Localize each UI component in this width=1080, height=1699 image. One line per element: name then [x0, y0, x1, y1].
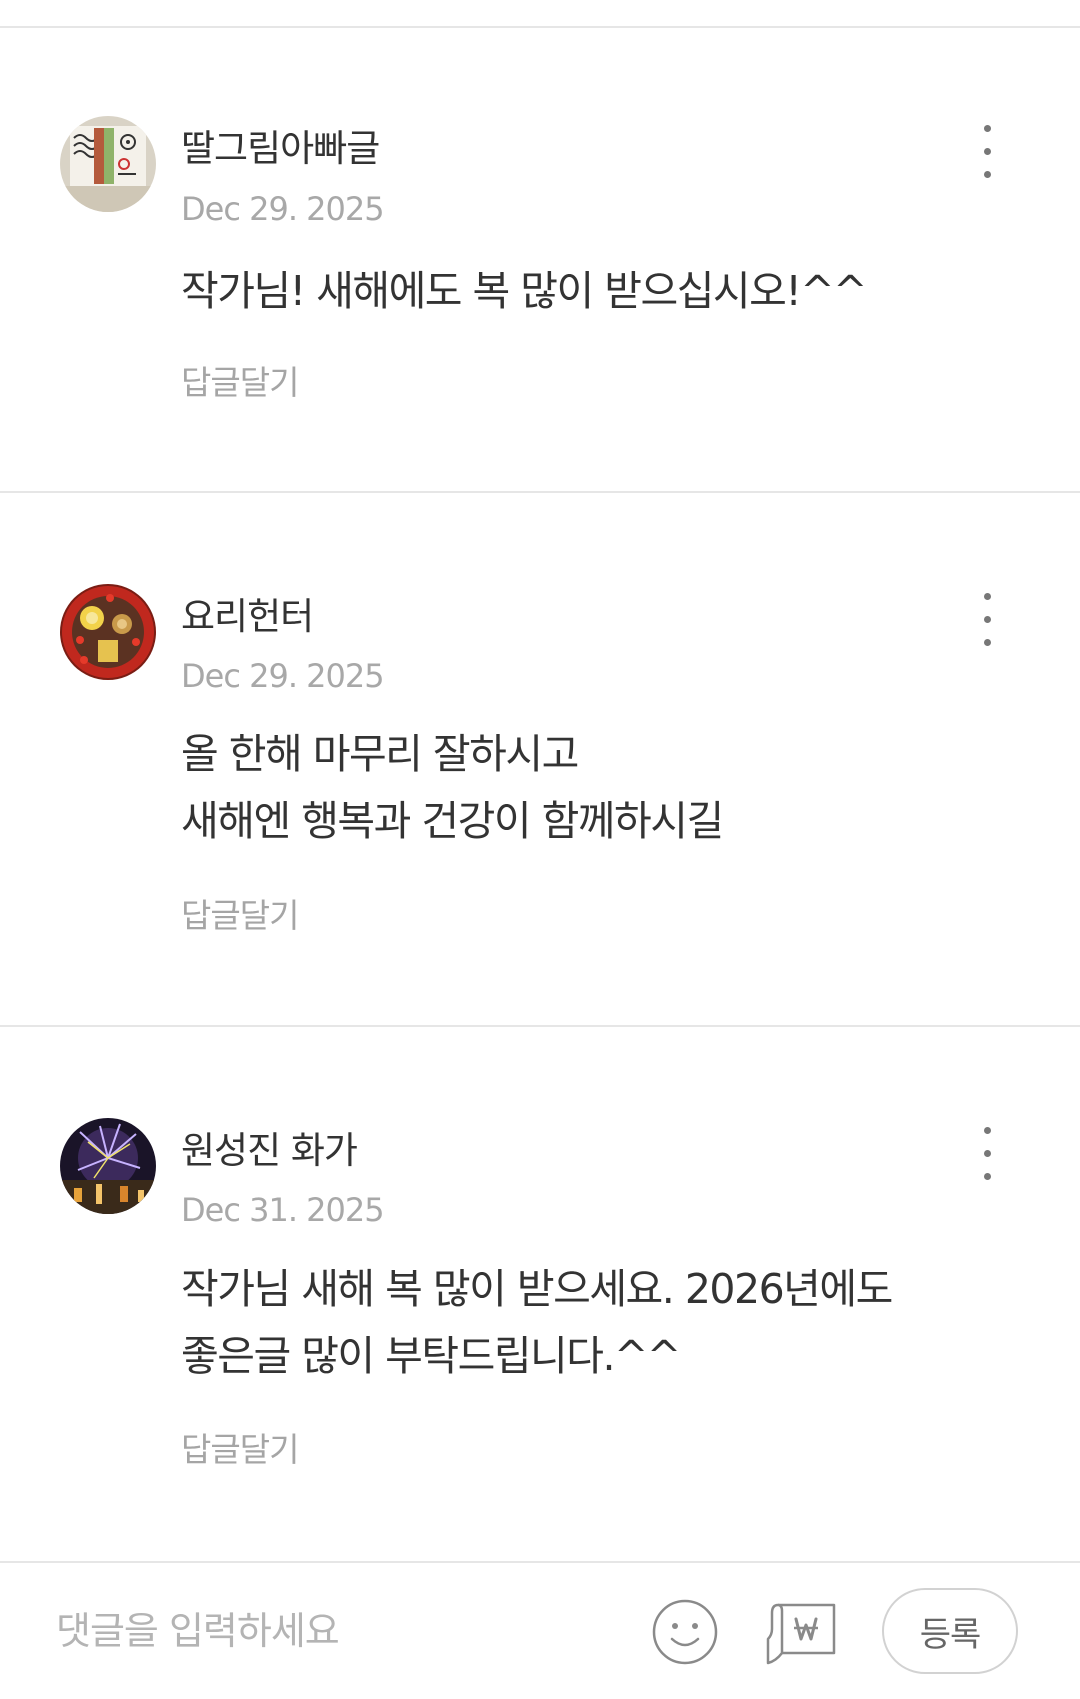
comment-date: Dec 29. 2025 [181, 657, 385, 695]
comment-input[interactable] [56, 1601, 616, 1661]
comment-date: Dec 29. 2025 [181, 190, 385, 228]
comment-line: 좋은글 많이 부탁드립니다.^^ [181, 1332, 681, 1380]
comment-divider [0, 1025, 1080, 1027]
smiley-icon[interactable] [652, 1599, 718, 1665]
comment-input-bar: 등록 [0, 1563, 1080, 1699]
more-vertical-icon[interactable] [970, 588, 1006, 652]
submit-button[interactable]: 등록 [882, 1588, 1018, 1674]
comment-body: 작가님 새해 복 많이 받으세요. 2026년에도 좋은글 많이 부탁드립니다.… [181, 1256, 893, 1390]
avatar[interactable] [60, 584, 156, 680]
won-tip-icon[interactable] [764, 1601, 838, 1667]
comment-body: 작가님! 새해에도 복 많이 받으십시오!^^ [181, 258, 868, 325]
reply-button[interactable]: 답글달기 [181, 356, 299, 404]
more-vertical-icon[interactable] [970, 1122, 1006, 1186]
comment-divider [0, 491, 1080, 493]
comment-body: 올 한해 마무리 잘하시고 새해엔 행복과 건강이 함께하시길 [181, 721, 724, 855]
comment-author[interactable]: 원성진 화가 [181, 1120, 358, 1174]
avatar[interactable] [60, 1118, 156, 1214]
top-divider [0, 26, 1080, 28]
comment-line: 작가님 새해 복 많이 받으세요. 2026년에도 [181, 1265, 893, 1313]
comment-author[interactable]: 딸그림아빠글 [181, 118, 380, 172]
comment-line: 올 한해 마무리 잘하시고 [181, 730, 579, 778]
comment-line: 작가님! 새해에도 복 많이 받으십시오!^^ [181, 267, 868, 315]
comment-date: Dec 31. 2025 [181, 1191, 385, 1229]
more-vertical-icon[interactable] [970, 120, 1006, 184]
avatar[interactable] [60, 116, 156, 212]
comment-line: 새해엔 행복과 건강이 함께하시길 [181, 797, 724, 845]
comment-author[interactable]: 요리헌터 [181, 586, 314, 640]
reply-button[interactable]: 답글달기 [181, 1423, 299, 1471]
reply-button[interactable]: 답글달기 [181, 889, 299, 937]
